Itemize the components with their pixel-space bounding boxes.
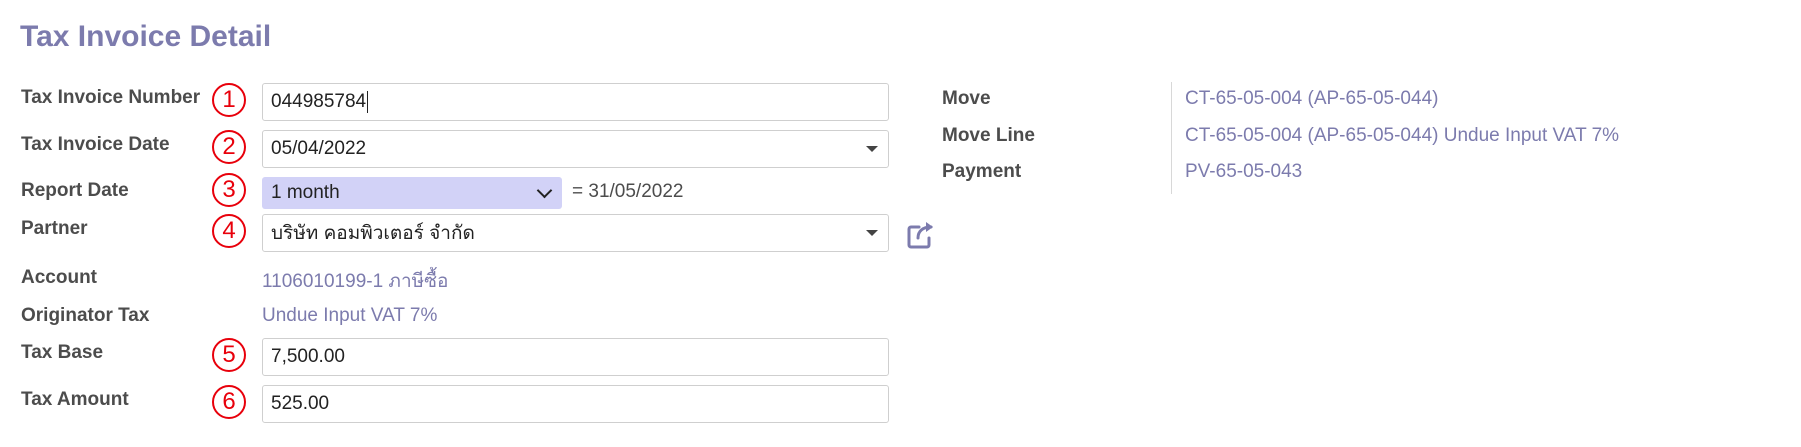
tax-invoice-number-input[interactable]: 044985784 [262, 83, 889, 121]
tax-invoice-number-value: 044985784 [271, 90, 369, 113]
originator-tax-label: Originator Tax [21, 305, 150, 326]
partner-input[interactable]: บริษัท คอมพิวเตอร์ จำกัด [262, 214, 889, 252]
account-label: Account [21, 267, 97, 288]
tax-base-value: 7,500.00 [271, 346, 345, 367]
marker-5: 5 [212, 338, 246, 372]
marker-1: 1 [212, 83, 246, 117]
tax-invoice-date-label: Tax Invoice Date [21, 134, 170, 155]
report-date-result: = 31/05/2022 [572, 181, 684, 202]
page-title: Tax Invoice Detail [20, 20, 272, 53]
marker-2: 2 [212, 130, 246, 164]
move-link[interactable]: CT-65-05-004 (AP-65-05-044) [1185, 88, 1438, 110]
partner-label: Partner [21, 218, 88, 239]
tax-invoice-date-value: 05/04/2022 [271, 138, 367, 159]
partner-value: บริษัท คอมพิวเตอร์ จำกัด [271, 223, 475, 244]
report-period-value: 1 month [271, 182, 340, 203]
payment-link[interactable]: PV-65-05-043 [1185, 161, 1302, 183]
account-link[interactable]: 1106010199-1 ภาษีซื้อ [262, 266, 448, 296]
tax-invoice-date-input[interactable]: 05/04/2022 [262, 130, 889, 168]
report-date-label: Report Date [21, 180, 129, 201]
tax-amount-input[interactable]: 525.00 [262, 385, 889, 423]
caret-down-icon[interactable] [866, 230, 878, 236]
tax-base-label: Tax Base [21, 342, 104, 363]
move-line-label: Move Line [942, 125, 1035, 146]
text-cursor [367, 90, 369, 113]
external-link-icon[interactable] [905, 219, 937, 251]
caret-down-icon[interactable] [866, 146, 878, 152]
tax-amount-label: Tax Amount [21, 389, 129, 410]
move-line-link[interactable]: CT-65-05-004 (AP-65-05-044) Undue Input … [1185, 125, 1619, 147]
tax-base-input[interactable]: 7,500.00 [262, 338, 889, 376]
payment-label: Payment [942, 161, 1022, 182]
tax-invoice-number-label: Tax Invoice Number [21, 87, 201, 108]
report-period-select[interactable]: 1 month [262, 177, 562, 209]
right-panel-divider [1171, 82, 1172, 194]
marker-6: 6 [212, 385, 246, 419]
originator-tax-link[interactable]: Undue Input VAT 7% [262, 305, 437, 327]
marker-4: 4 [212, 214, 246, 248]
move-label: Move [942, 88, 991, 109]
chevron-down-icon [536, 182, 553, 199]
marker-3: 3 [212, 173, 246, 207]
tax-amount-value: 525.00 [271, 393, 330, 414]
